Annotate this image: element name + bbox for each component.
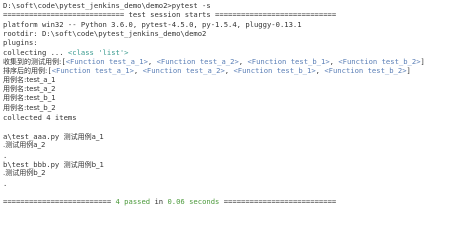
elapsed-time: 0.06 seconds (167, 197, 220, 207)
test-file-b-line: b\test_bbb.py 测试用例b_1 (3, 160, 474, 169)
collected-item: <Function test_a_1> (65, 57, 148, 67)
test-file-a: a\test_aaa.py (3, 131, 60, 141)
test-case-output: 测试用例b_1 (63, 160, 104, 169)
case-name-line: 用例名:test_a_2 (3, 85, 56, 94)
result-summary-line: ========================= 4 passed in 0.… (3, 197, 474, 206)
summary-rule-right: ========================== (219, 197, 337, 207)
console-output: D:\soft\code\pytest_jenkins_demo\demo2>p… (0, 0, 474, 233)
command-line: D:\soft\code\pytest_jenkins_demo\demo2>p… (3, 1, 211, 10)
sorted-cases-line: 排序后的用例:[<Function test_a_1>, <Function t… (3, 66, 411, 76)
session-header: ============================ test sessio… (3, 10, 337, 20)
sorted-item: <Function test_a_1> (51, 66, 134, 76)
case-name-line: 用例名:test_b_1 (3, 94, 56, 103)
sorted-label: 排序后的用例: (3, 67, 48, 76)
collected-item: <Function test_a_2> (156, 57, 239, 67)
collected-label: 收集到的测试用例: (3, 58, 62, 67)
test-case-output: .测试用例b_2 (3, 169, 46, 178)
collecting-class: <class 'list'> (67, 47, 129, 57)
pass-dot: . (3, 150, 8, 160)
pass-dot: . (3, 178, 8, 188)
test-case-output: 测试用例a_1 (63, 132, 104, 141)
test-case-output: .测试用例a_2 (3, 141, 46, 150)
collected-cases-line: 收集到的测试用例:[<Function test_a_1>, <Function… (3, 57, 425, 67)
collecting-prefix: collecting ... (3, 47, 68, 57)
collected-item: <Function test_b_1> (247, 57, 330, 67)
case-name-line: 用例名:test_b_2 (3, 103, 56, 112)
collecting-line: collecting ... <class 'list'> (3, 48, 474, 57)
summary-in: in (150, 197, 168, 207)
test-file-b: b\test_bbb.py (3, 159, 60, 169)
summary-rule-left: ========================= (3, 197, 116, 207)
collected-item: <Function test_b_2> (338, 57, 421, 67)
sorted-item: <Function test_a_2> (142, 66, 225, 76)
platform-line: platform win32 -- Python 3.6.0, pytest-4… (3, 19, 302, 29)
sorted-item: <Function test_b_2> (324, 66, 407, 76)
passed-count: 4 passed (115, 197, 151, 207)
plugins-line: plugins: (3, 38, 38, 48)
collected-summary: collected 4 items (3, 113, 77, 123)
case-name-line: 用例名:test_a_1 (3, 75, 56, 84)
test-file-a-line: a\test_aaa.py 测试用例a_1 (3, 132, 474, 141)
sorted-item: <Function test_b_1> (233, 66, 316, 76)
rootdir-line: rootdir: D:\soft\code\pytest_jenkins_dem… (3, 29, 207, 39)
